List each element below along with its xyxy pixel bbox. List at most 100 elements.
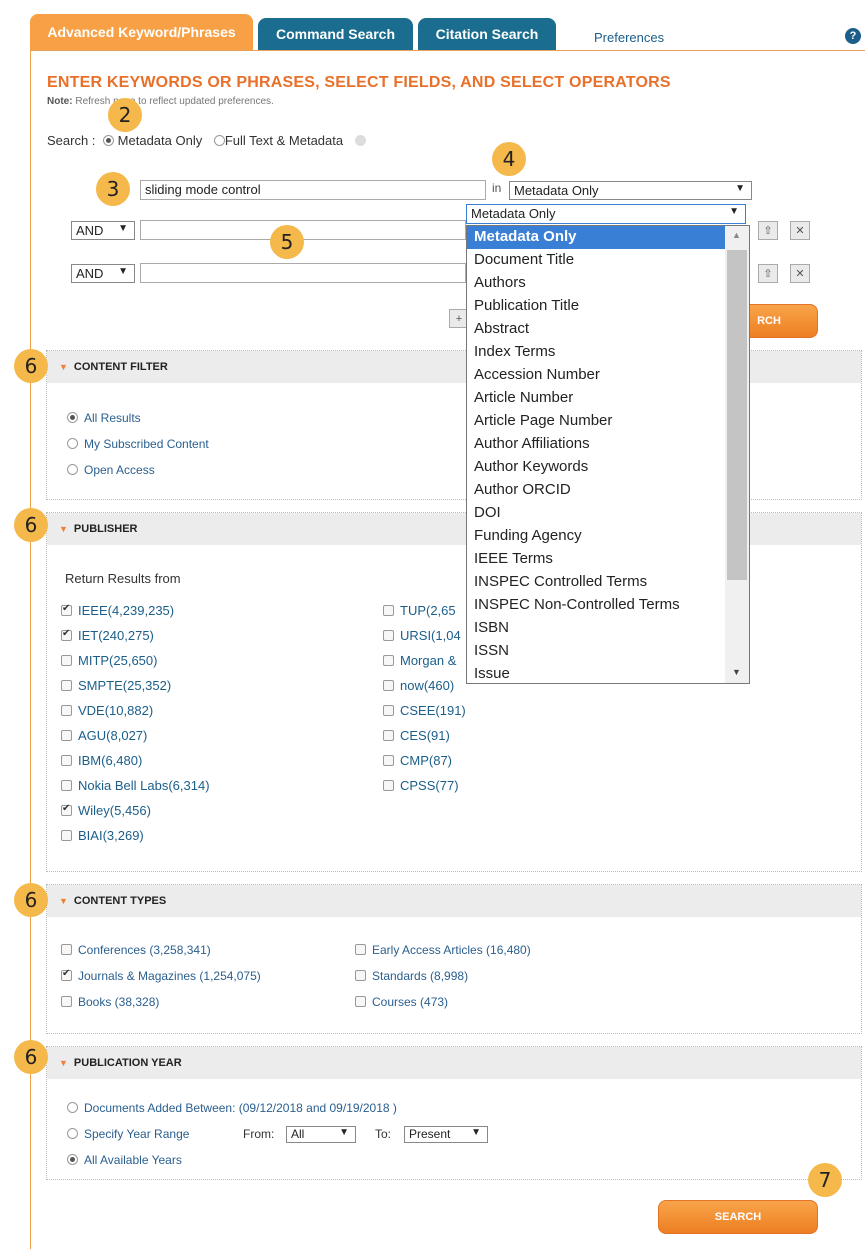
publisher-tup[interactable]: TUP(2,65 xyxy=(383,603,456,618)
dropdown-option[interactable]: Article Page Number xyxy=(467,410,749,433)
specify-year-range-option[interactable]: Specify Year Range xyxy=(67,1127,189,1141)
dropdown-option[interactable]: INSPEC Controlled Terms xyxy=(467,571,749,594)
publisher-vde[interactable]: VDE(10,882) xyxy=(61,703,153,718)
content-type-journals[interactable]: Journals & Magazines (1,254,075) xyxy=(61,968,261,983)
tab-command-search[interactable]: Command Search xyxy=(258,18,413,50)
open-access-option[interactable]: Open Access xyxy=(67,463,155,477)
search-button-bottom[interactable]: SEARCH xyxy=(658,1200,818,1234)
keyword-input-3[interactable] xyxy=(140,263,466,283)
dropdown-arrow-icon: ▼ xyxy=(471,1127,481,1138)
content-type-courses[interactable]: Courses (473) xyxy=(355,995,448,1009)
subscribed-content-option[interactable]: My Subscribed Content xyxy=(67,437,209,451)
annotation-badge-3: 3 xyxy=(96,172,130,206)
publisher-ibm[interactable]: IBM(6,480) xyxy=(61,753,142,768)
dropdown-option[interactable]: Document Title xyxy=(467,249,749,272)
annotation-badge-7: 7 xyxy=(808,1163,842,1197)
dropdown-option[interactable]: Authors xyxy=(467,272,749,295)
content-type-early-access[interactable]: Early Access Articles (16,480) xyxy=(355,943,531,957)
dropdown-option[interactable]: IEEE Terms xyxy=(467,548,749,571)
dropdown-option[interactable]: Author ORCID xyxy=(467,479,749,502)
operator-select-3[interactable]: AND ▼ xyxy=(71,264,135,283)
dropdown-option[interactable]: Funding Agency xyxy=(467,525,749,548)
field-dropdown-list[interactable]: Metadata Only Document Title Authors Pub… xyxy=(466,225,750,684)
preferences-link[interactable]: Preferences xyxy=(594,30,664,45)
dropdown-option[interactable]: Accession Number xyxy=(467,364,749,387)
all-results-option[interactable]: All Results xyxy=(67,411,141,425)
dropdown-option[interactable]: Author Keywords xyxy=(467,456,749,479)
annotation-badge-6c: 6 xyxy=(14,883,48,917)
publisher-mitp[interactable]: MITP(25,650) xyxy=(61,653,157,668)
dropdown-option[interactable]: DOI xyxy=(467,502,749,525)
tab-advanced-keyword[interactable]: Advanced Keyword/Phrases xyxy=(30,14,253,50)
to-year-select[interactable]: Present ▼ xyxy=(404,1126,488,1143)
dropdown-arrow-icon: ▼ xyxy=(118,266,128,277)
help-icon[interactable]: ? xyxy=(845,28,861,44)
publisher-cmp[interactable]: CMP(87) xyxy=(383,753,452,768)
remove-row-icon[interactable]: ✕ xyxy=(790,264,810,283)
tab-citation-search[interactable]: Citation Search xyxy=(418,18,556,50)
keyword-input-1[interactable]: sliding mode control xyxy=(140,180,486,200)
publisher-ieee[interactable]: IEEE(4,239,235) xyxy=(61,603,174,618)
dropdown-option[interactable]: Abstract xyxy=(467,318,749,341)
full-text-label: Full Text & Metadata xyxy=(224,133,344,148)
publisher-now[interactable]: now(460) xyxy=(383,678,454,693)
annotation-badge-6d: 6 xyxy=(14,1040,48,1074)
collapse-triangle-icon: ▼ xyxy=(59,896,68,906)
annotation-badge-5: 5 xyxy=(270,225,304,259)
annotation-badge-2: 2 xyxy=(108,98,142,132)
field-select-1[interactable]: Metadata Only ▼ xyxy=(509,181,752,200)
dropdown-option[interactable]: Publication Title xyxy=(467,295,749,318)
content-types-header[interactable]: ▼ CONTENT TYPES xyxy=(47,885,861,917)
dropdown-arrow-icon: ▼ xyxy=(118,223,128,234)
note-text: Note: Refresh page to reflect updated pr… xyxy=(47,96,274,107)
move-up-icon[interactable]: ⇧ xyxy=(758,264,778,283)
dropdown-option[interactable]: Metadata Only xyxy=(467,226,749,249)
documents-added-option[interactable]: Documents Added Between: (09/12/2018 and… xyxy=(67,1101,397,1115)
dropdown-option[interactable]: Author Affiliations xyxy=(467,433,749,456)
tab-underline xyxy=(30,50,865,51)
full-text-radio[interactable] xyxy=(213,135,225,146)
dropdown-option[interactable]: Issue xyxy=(467,663,749,683)
dropdown-option[interactable]: ISSN xyxy=(467,640,749,663)
content-type-books[interactable]: Books (38,328) xyxy=(61,995,159,1009)
annotation-badge-6b: 6 xyxy=(14,508,48,542)
scroll-down-icon[interactable]: ▼ xyxy=(732,667,741,677)
annotation-badge-4: 4 xyxy=(492,142,526,176)
from-year-select[interactable]: All ▼ xyxy=(286,1126,356,1143)
publisher-ces[interactable]: CES(91) xyxy=(383,728,450,743)
dropdown-option[interactable]: Article Number xyxy=(467,387,749,410)
publisher-csee[interactable]: CSEE(191) xyxy=(383,703,466,718)
publisher-nokia[interactable]: Nokia Bell Labs(6,314) xyxy=(61,778,210,793)
content-type-standards[interactable]: Standards (8,998) xyxy=(355,969,468,983)
metadata-only-label: Metadata Only xyxy=(117,133,203,148)
metadata-only-radio[interactable] xyxy=(103,135,115,146)
all-years-option[interactable]: All Available Years xyxy=(67,1153,182,1167)
publisher-cpss[interactable]: CPSS(77) xyxy=(383,778,459,793)
publisher-iet[interactable]: IET(240,275) xyxy=(61,628,154,643)
content-type-conferences[interactable]: Conferences (3,258,341) xyxy=(61,943,211,957)
scroll-up-icon[interactable]: ▲ xyxy=(732,230,741,240)
scrollbar-thumb[interactable] xyxy=(727,250,747,580)
remove-row-icon[interactable]: ✕ xyxy=(790,221,810,240)
info-icon[interactable] xyxy=(354,135,366,146)
publisher-smpte[interactable]: SMPTE(25,352) xyxy=(61,678,171,693)
dropdown-option[interactable]: Index Terms xyxy=(467,341,749,364)
page-title: ENTER KEYWORDS OR PHRASES, SELECT FIELDS… xyxy=(47,74,671,91)
publisher-wiley[interactable]: Wiley(5,456) xyxy=(61,803,151,818)
collapse-triangle-icon: ▼ xyxy=(59,524,68,534)
field-select-2[interactable]: Metadata Only ▼ xyxy=(466,204,746,224)
annotation-badge-6a: 6 xyxy=(14,349,48,383)
dropdown-option[interactable]: INSPEC Non-Controlled Terms xyxy=(467,594,749,617)
publisher-agu[interactable]: AGU(8,027) xyxy=(61,728,147,743)
dropdown-arrow-icon: ▼ xyxy=(339,1127,349,1138)
publication-year-header[interactable]: ▼ PUBLICATION YEAR xyxy=(47,1047,861,1079)
dropdown-scrollbar[interactable]: ▲ ▼ xyxy=(725,226,749,683)
dropdown-option[interactable]: ISBN xyxy=(467,617,749,640)
publisher-ursi[interactable]: URSI(1,04 xyxy=(383,628,461,643)
search-scope-label: Search : xyxy=(47,133,96,148)
publisher-biai[interactable]: BIAI(3,269) xyxy=(61,828,144,843)
move-up-icon[interactable]: ⇧ xyxy=(758,221,778,240)
collapse-triangle-icon: ▼ xyxy=(59,1058,68,1068)
operator-select-2[interactable]: AND ▼ xyxy=(71,221,135,240)
publisher-morgan[interactable]: Morgan & xyxy=(383,653,456,668)
